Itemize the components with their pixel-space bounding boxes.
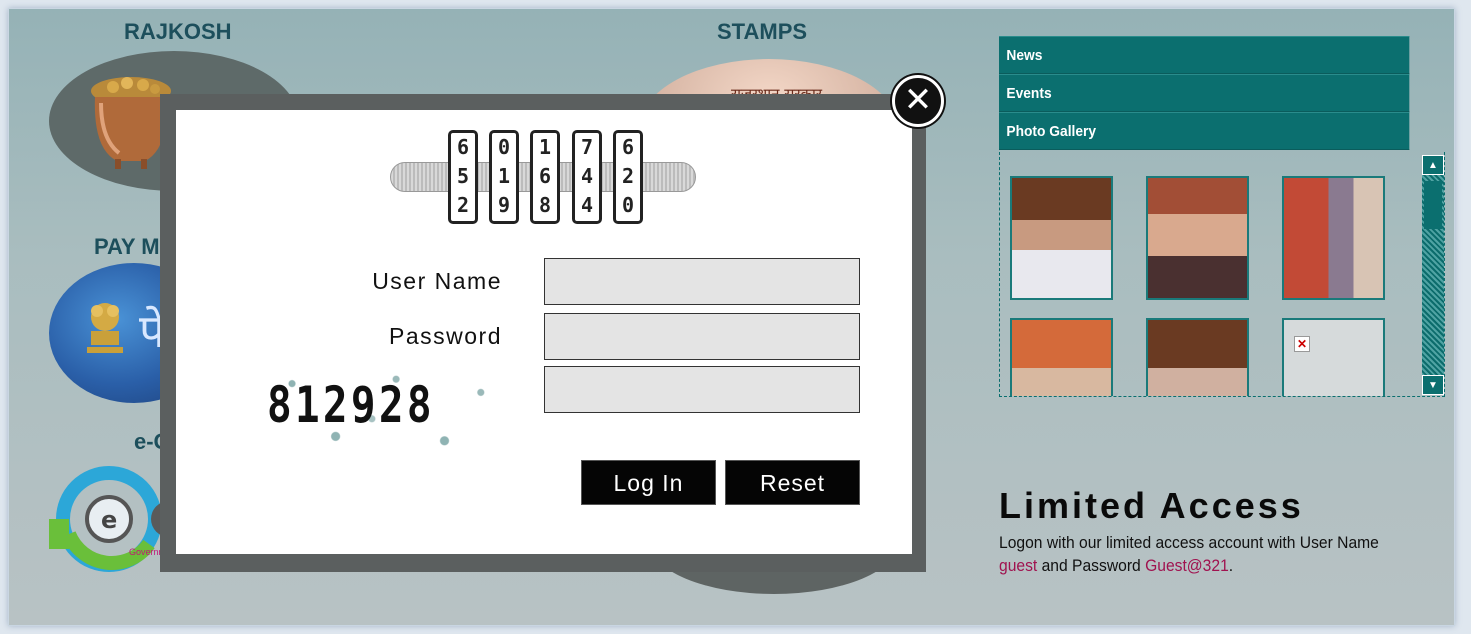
dial-digit: 4 xyxy=(580,193,594,217)
dial-digit: 6 xyxy=(456,135,470,159)
dial-digit: 0 xyxy=(497,135,511,159)
dial-digit: 2 xyxy=(456,193,470,217)
dial-digit: 5 xyxy=(456,164,470,188)
guest-password: Guest@321 xyxy=(1145,556,1229,575)
dial-digit: 7 xyxy=(580,135,594,159)
photo-gallery: ✕ xyxy=(999,152,1445,397)
emblem-icon xyxy=(87,303,123,353)
dial-digit: 1 xyxy=(538,135,552,159)
gallery-thumbnail-broken[interactable]: ✕ xyxy=(1282,318,1385,396)
dial-digit: 8 xyxy=(538,193,552,217)
limited-access-text-end: . xyxy=(1228,556,1234,575)
gallery-thumbnail[interactable] xyxy=(1010,176,1113,300)
dial-digit: 6 xyxy=(621,135,635,159)
svg-text:e: e xyxy=(101,506,117,534)
password-label: Password xyxy=(389,323,502,349)
limited-access-title: Limited Access xyxy=(999,485,1304,526)
lock-dial: 6 5 2 xyxy=(448,130,478,224)
gallery-thumbnail[interactable] xyxy=(1146,318,1249,396)
sidebar-item-events[interactable]: Events xyxy=(999,74,1410,112)
captcha-image: 812928 xyxy=(263,366,505,454)
dial-digit: 6 xyxy=(538,164,552,188)
lock-dial: 0 1 9 xyxy=(489,130,519,224)
username-label: User Name xyxy=(372,268,502,294)
dial-digit: 9 xyxy=(497,193,511,217)
gallery-scrollbar[interactable]: ▲ ▼ xyxy=(1422,155,1444,395)
username-input[interactable] xyxy=(544,258,860,305)
gallery-thumbnail[interactable] xyxy=(1282,176,1385,300)
sidebar-accordion: News Events Photo Gallery xyxy=(999,36,1445,150)
lock-dial: 1 6 8 xyxy=(530,130,560,224)
lock-dial: 7 4 4 xyxy=(572,130,602,224)
scrollbar-thumb[interactable] xyxy=(1424,181,1442,229)
dial-digit: 0 xyxy=(621,193,635,217)
captcha-text: 812928 xyxy=(267,376,435,434)
sidebar-item-photo-gallery[interactable]: Photo Gallery xyxy=(999,112,1410,150)
combination-lock-icon: 6 5 2 0 1 9 1 6 8 7 4 4 6 2 0 xyxy=(390,130,700,226)
sidebar-item-news[interactable]: News xyxy=(999,36,1410,74)
dial-digit: 4 xyxy=(580,164,594,188)
dial-digit: 2 xyxy=(621,164,635,188)
section-title-stamps: STAMPS xyxy=(717,19,808,44)
captcha-input[interactable] xyxy=(544,366,860,413)
broken-image-icon: ✕ xyxy=(1294,336,1310,352)
gallery-thumbnail[interactable] xyxy=(1010,318,1113,396)
reset-button[interactable]: Reset xyxy=(725,460,860,505)
guest-username: guest xyxy=(999,556,1038,575)
limited-access-text-before: Logon with our limited access account wi… xyxy=(999,533,1379,552)
scroll-down-icon[interactable]: ▼ xyxy=(1422,375,1444,395)
limited-access-text: Logon with our limited access account wi… xyxy=(999,531,1404,577)
login-button[interactable]: Log In xyxy=(581,460,716,505)
limited-access-text-middle: and Password xyxy=(1037,556,1146,575)
password-input[interactable] xyxy=(544,313,860,360)
lock-dial: 6 2 0 xyxy=(613,130,643,224)
gallery-thumbnail[interactable] xyxy=(1146,176,1249,300)
section-title-rajkosh: RAJKOSH xyxy=(124,19,232,44)
scroll-up-icon[interactable]: ▲ xyxy=(1422,155,1444,175)
section-title-pay-manager: PAY M xyxy=(94,234,160,259)
close-icon[interactable]: ✕ xyxy=(892,75,944,127)
dial-digit: 1 xyxy=(497,164,511,188)
